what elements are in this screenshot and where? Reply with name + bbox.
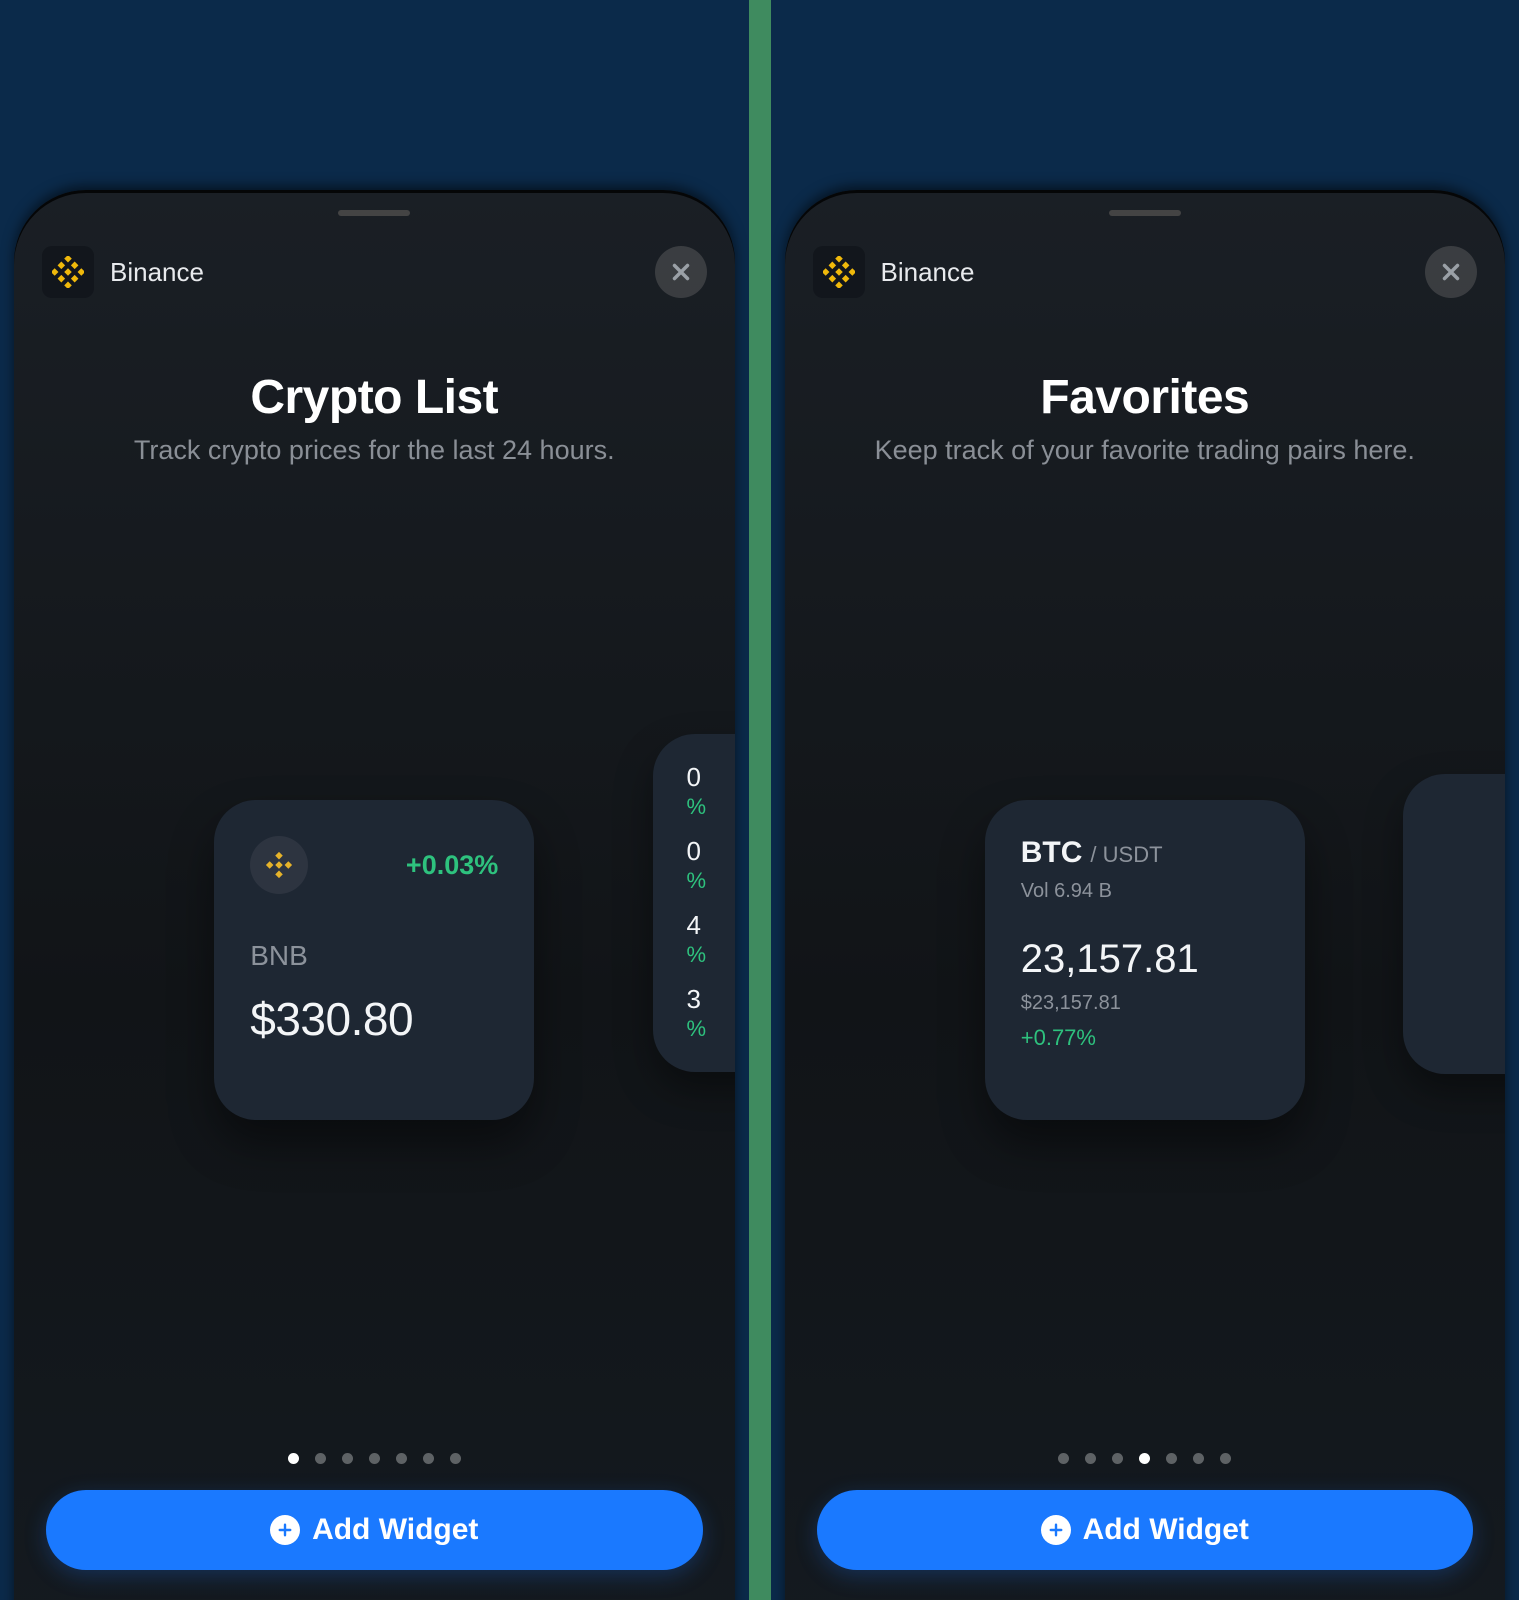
add-widget-label: Add Widget [312,1513,478,1547]
page-dots[interactable] [785,1453,1506,1464]
pair-base: BTC [1021,836,1083,870]
widget-title: Crypto List [54,370,695,425]
peek-change: % [687,794,735,820]
binance-app-icon [42,246,94,298]
close-icon [1438,259,1464,285]
app-name-label: Binance [110,257,204,288]
widget-subtitle: Track crypto prices for the last 24 hour… [54,435,695,466]
coin-price: $330.80 [250,992,498,1046]
app-name-label: Binance [881,257,975,288]
page-dot[interactable] [1112,1453,1123,1464]
binance-app-icon [813,246,865,298]
page-dots[interactable] [14,1453,735,1464]
widget-subtitle: Keep track of your favorite trading pair… [825,435,1466,466]
peek-change: % [687,1016,735,1042]
pair-change: +0.77% [1021,1025,1269,1051]
page-dot[interactable] [315,1453,326,1464]
peek-value: 3 [687,986,735,1012]
page-dot[interactable] [1166,1453,1177,1464]
favorites-widget-card[interactable]: BTC / USDT Vol 6.94 B 23,157.81 $23,157.… [985,800,1305,1120]
peek-value: 4 [687,912,735,938]
peek-value: 0 [687,764,735,790]
widget-card-top-row: +0.03% [250,836,498,894]
page-dot[interactable] [288,1453,299,1464]
title-block: Crypto List Track crypto prices for the … [14,370,735,466]
pair-quote: / USDT [1090,842,1162,868]
close-button[interactable] [1425,246,1477,298]
panel-crypto-list: Binance Crypto List Track crypto prices … [0,0,760,1600]
bnb-icon [250,836,308,894]
volume-label: Vol 6.94 B [1021,880,1269,903]
price-change: +0.03% [406,850,498,881]
plus-icon [270,1515,300,1545]
page-dot[interactable] [450,1453,461,1464]
widget-title: Favorites [825,370,1466,425]
next-widget-peek[interactable]: 0 % 0 % 4 % 3 % [653,734,735,1072]
add-widget-label: Add Widget [1083,1513,1249,1547]
peek-value: 0 [687,838,735,864]
close-icon [668,259,694,285]
page-dot[interactable] [342,1453,353,1464]
home-indicator[interactable] [338,210,410,216]
title-block: Favorites Keep track of your favorite tr… [785,370,1506,466]
home-indicator[interactable] [1109,210,1181,216]
plus-icon [1041,1515,1071,1545]
page-dot[interactable] [1058,1453,1069,1464]
page-dot[interactable] [1220,1453,1231,1464]
panel-favorites: Binance Favorites Keep track of your fav… [760,0,1519,1600]
page-dot[interactable] [369,1453,380,1464]
crypto-widget-card[interactable]: +0.03% BNB $330.80 [214,800,534,1120]
page-dot[interactable] [396,1453,407,1464]
add-widget-button[interactable]: Add Widget [817,1490,1474,1570]
widget-area[interactable]: +0.03% BNB $330.80 [14,730,735,1190]
phone-frame: Binance Favorites Keep track of your fav… [785,190,1506,1600]
page-dot[interactable] [1193,1453,1204,1464]
pair-price: 23,157.81 [1021,937,1269,982]
peek-change: % [687,868,735,894]
pair-subprice: $23,157.81 [1021,992,1269,1015]
close-button[interactable] [655,246,707,298]
peek-change: % [687,942,735,968]
next-widget-peek[interactable] [1403,774,1505,1074]
trading-pair: BTC / USDT [1021,836,1269,870]
coin-symbol: BNB [250,940,498,972]
page-dot[interactable] [1139,1453,1150,1464]
page-dot[interactable] [423,1453,434,1464]
widget-header: Binance [813,246,1478,298]
widget-header: Binance [42,246,707,298]
widget-area[interactable]: BTC / USDT Vol 6.94 B 23,157.81 $23,157.… [785,730,1506,1190]
add-widget-button[interactable]: Add Widget [46,1490,703,1570]
page-dot[interactable] [1085,1453,1096,1464]
phone-frame: Binance Crypto List Track crypto prices … [14,190,735,1600]
